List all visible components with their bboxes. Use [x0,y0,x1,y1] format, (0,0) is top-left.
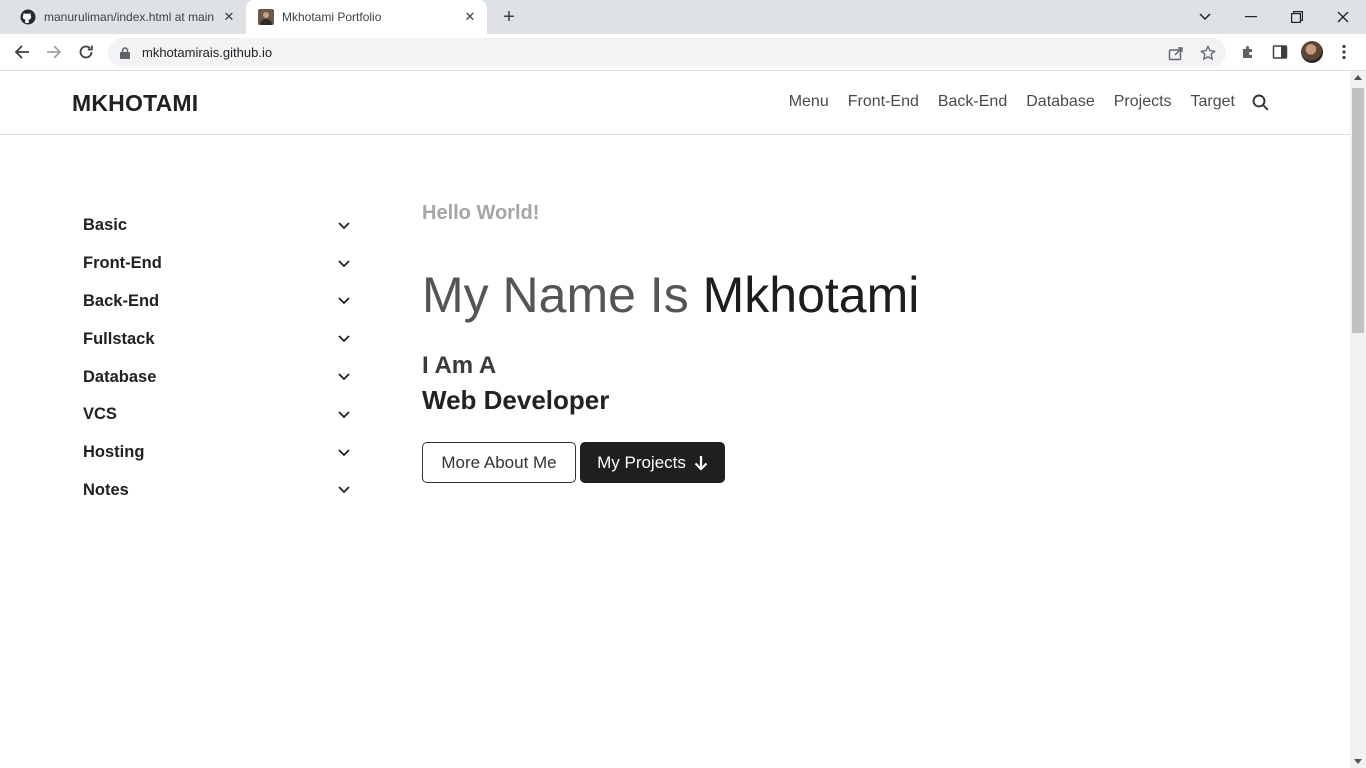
sidebar-item-basic[interactable]: Basic [83,207,353,245]
chevron-down-icon [337,370,351,384]
close-icon[interactable]: ✕ [222,10,236,24]
chevron-down-icon [337,446,351,460]
chevron-down-icon [337,257,351,271]
tab-title: manuruliman/index.html at main [44,10,214,24]
sidebar-item-vcs[interactable]: VCS [83,396,353,434]
close-window-icon[interactable] [1330,4,1356,30]
scrollbar-thumb[interactable] [1352,88,1364,333]
hero-greeting: Hello World! [422,202,540,224]
chevron-down-icon [337,219,351,233]
sidebar-item-back-end[interactable]: Back-End [83,283,353,321]
more-about-me-button[interactable]: More About Me [422,442,576,483]
new-tab-button[interactable]: + [498,6,520,28]
menu-kebab-icon[interactable] [1332,40,1356,64]
headline-name: Mkhotami [702,267,920,323]
sidebar-menu: Basic Front-End Back-End Fullstack Datab… [83,207,353,509]
nav-link-database[interactable]: Database [1026,93,1095,111]
back-icon[interactable] [10,40,34,64]
arrow-down-icon [694,455,708,471]
extensions-puzzle-icon[interactable] [1236,40,1260,64]
browser-tab-github[interactable]: manuruliman/index.html at main ✕ [8,0,246,34]
my-projects-button[interactable]: My Projects [580,442,725,483]
scroll-up-icon[interactable] [1354,75,1362,80]
sidebar-item-label: Fullstack [83,329,155,348]
hero-section: Hello World! My Name Is Mkhotami I Am A … [422,202,919,483]
avatar[interactable] [1301,41,1323,63]
site-brand[interactable]: MKHOTAMI [72,90,198,117]
chevron-down-icon [337,332,351,346]
hero-intro: I Am A [422,352,497,379]
browser-tabstrip: manuruliman/index.html at main ✕ Mkhotam… [0,0,1366,34]
button-label: My Projects [597,452,686,472]
nav-link-back-end[interactable]: Back-End [938,93,1007,111]
sidebar-item-notes[interactable]: Notes [83,472,353,510]
browser-toolbar: mkhotamirais.github.io [0,34,1366,71]
sidebar-item-label: VCS [83,405,117,424]
url-text: mkhotamirais.github.io [142,45,273,60]
github-icon [20,9,36,25]
nav-link-front-end[interactable]: Front-End [848,93,919,111]
nav-link-projects[interactable]: Projects [1114,93,1172,111]
page-viewport: MKHOTAMI Menu Front-End Back-End Databas… [0,71,1350,768]
address-bar[interactable]: mkhotamirais.github.io [108,38,1226,67]
sidebar-item-label: Notes [83,480,129,499]
bookmark-star-icon[interactable] [1198,43,1218,63]
scroll-down-icon[interactable] [1354,759,1362,764]
tab-title: Mkhotami Portfolio [282,10,382,24]
restore-icon[interactable] [1284,4,1310,30]
site-header: MKHOTAMI Menu Front-End Back-End Databas… [0,71,1350,135]
nav-link-menu[interactable]: Menu [789,93,829,111]
headline-prefix: My Name Is [422,267,689,323]
page-scrollbar[interactable] [1350,71,1366,768]
chevron-down-icon [337,483,351,497]
sidebar-item-label: Basic [83,216,128,235]
sidebar-item-fullstack[interactable]: Fullstack [83,320,353,358]
hero-role: Web Developer [422,385,610,415]
search-icon[interactable] [1252,93,1270,111]
minimize-icon[interactable] [1238,4,1264,30]
sidebar-item-database[interactable]: Database [83,358,353,396]
sidebar-item-label: Front-End [83,254,162,273]
side-panel-icon[interactable] [1268,40,1292,64]
forward-icon[interactable] [42,40,66,64]
sidebar-item-front-end[interactable]: Front-End [83,245,353,283]
chevron-down-icon [337,294,351,308]
main-nav: Menu Front-End Back-End Database Project… [770,93,1270,111]
button-label: More About Me [441,452,557,472]
close-icon[interactable]: ✕ [463,10,477,24]
tab-search-icon[interactable] [1192,4,1218,30]
lock-icon [120,46,130,64]
hero-headline: My Name Is Mkhotami [422,266,919,324]
sidebar-item-label: Hosting [83,443,145,462]
sidebar-item-hosting[interactable]: Hosting [83,434,353,472]
share-icon[interactable] [1166,43,1186,63]
nav-link-target[interactable]: Target [1191,93,1235,111]
profile-photo-icon [258,9,274,25]
sidebar-item-label: Database [83,367,157,386]
reload-icon[interactable] [74,40,98,64]
browser-tab-portfolio[interactable]: Mkhotami Portfolio ✕ [246,0,487,34]
chevron-down-icon [337,408,351,422]
sidebar-item-label: Back-End [83,291,160,310]
